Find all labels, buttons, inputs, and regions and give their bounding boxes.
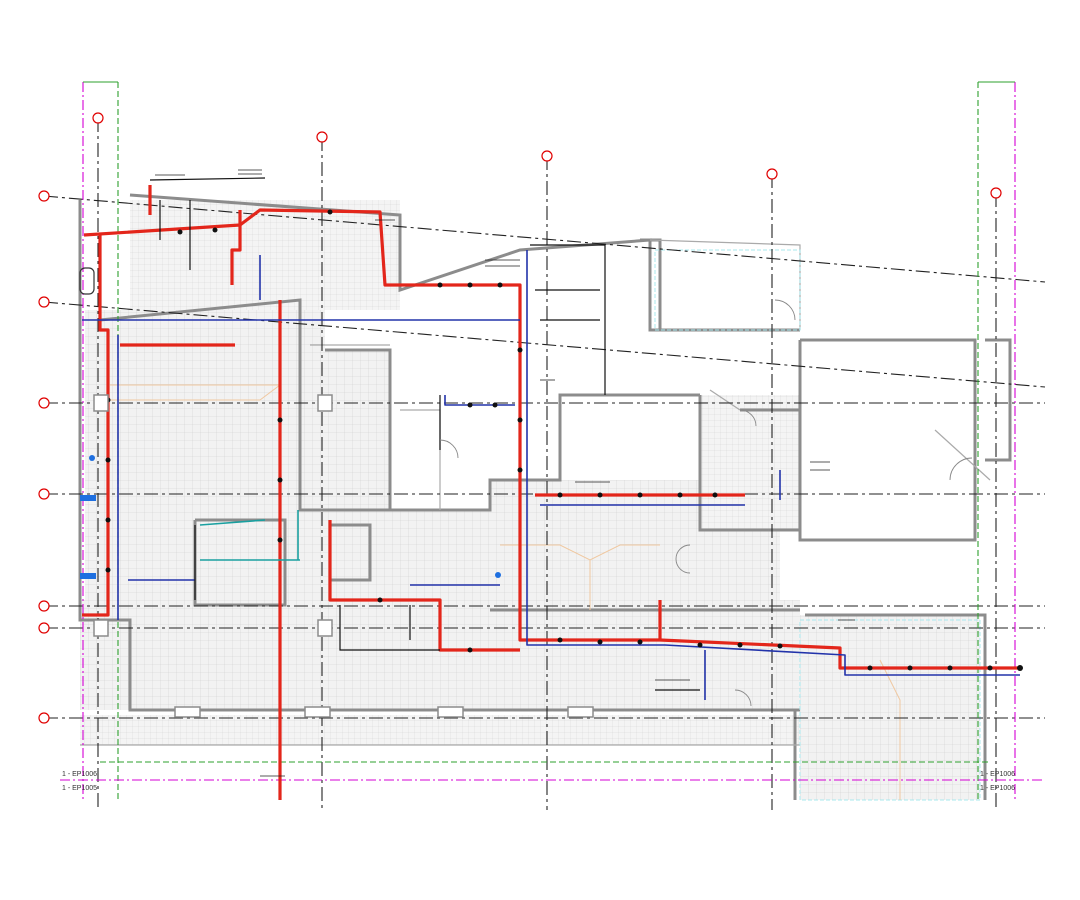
fixture-blue-1 [80, 495, 96, 501]
grid-bubble-h2 [38, 296, 50, 308]
grid-bubble-h6 [38, 622, 50, 634]
mep-floor-plan: 1 - EP1006 1 - EP1005 1 - EP1006 1 - EP1… [0, 0, 1080, 900]
grid-bubble-v5 [990, 187, 1002, 199]
grid-bubble-v1 [92, 112, 104, 124]
fixture-blue-4 [495, 572, 501, 578]
match-tag-left-top: 1 - EP1006 [62, 771, 97, 778]
match-tag-right-top: 1 - EP1006 [980, 771, 1015, 778]
match-tag-right-bottom: 1 - EP1006 [980, 785, 1015, 792]
grid-bubble-v3 [541, 150, 553, 162]
fixture-blue-2 [80, 573, 96, 579]
grid-bubble-h3 [38, 397, 50, 409]
match-tag-left-bottom: 1 - EP1005 [62, 785, 97, 792]
grid-bubble-h4 [38, 488, 50, 500]
fixture-blue-3 [89, 455, 95, 461]
grid-bubble-h5 [38, 600, 50, 612]
grid-bubble-h1 [38, 190, 50, 202]
grid-bubble-v2 [316, 131, 328, 143]
grid-bubble-h7 [38, 712, 50, 724]
grid-bubble-v4 [766, 168, 778, 180]
